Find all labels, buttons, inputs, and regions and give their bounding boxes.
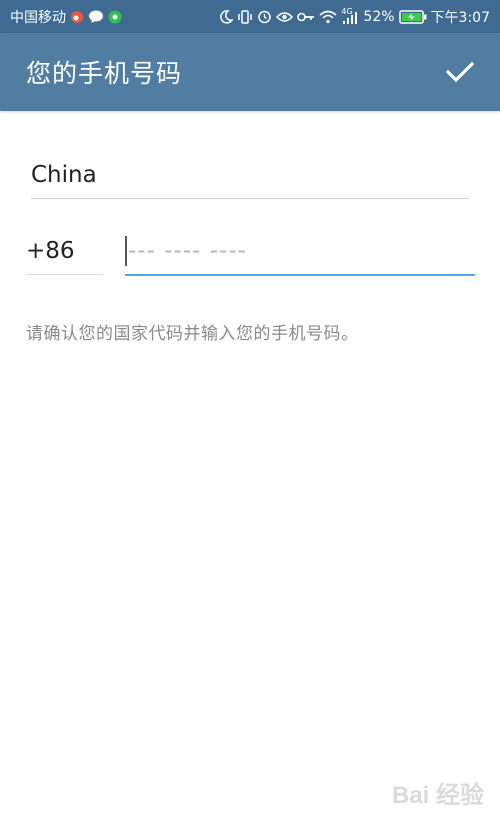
moon-icon bbox=[219, 9, 234, 24]
text-cursor bbox=[125, 236, 127, 266]
status-right: 4G 52% 下午3:07 bbox=[219, 7, 490, 27]
wechat-icon bbox=[108, 10, 122, 24]
signal-icon: 4G bbox=[341, 7, 359, 25]
country-code-field[interactable]: +86 bbox=[26, 234, 103, 275]
carrier-name: 中国移动 bbox=[10, 9, 66, 26]
phone-placeholder: --- ---- ---- bbox=[128, 238, 247, 264]
country-name: China bbox=[31, 162, 97, 188]
done-button[interactable] bbox=[444, 56, 476, 88]
battery-icon bbox=[398, 9, 427, 24]
clock: 下午3:07 bbox=[430, 9, 490, 26]
weibo-icon bbox=[70, 10, 84, 24]
wifi-icon bbox=[319, 10, 337, 24]
phone-number-input[interactable]: --- ---- ---- bbox=[125, 234, 475, 276]
status-bar: 中国移动 4G 52% 下午3:07 bbox=[0, 0, 500, 33]
page-title: 您的手机号码 bbox=[26, 59, 183, 88]
toolbar: 您的手机号码 bbox=[0, 33, 500, 111]
country-code-value: +86 bbox=[26, 238, 75, 264]
alarm-icon bbox=[257, 9, 272, 24]
watermark-logo: Bai 经验 bbox=[391, 782, 484, 809]
check-icon bbox=[446, 61, 474, 83]
chat-icon bbox=[88, 10, 104, 24]
battery-percent: 52% bbox=[363, 8, 395, 25]
instruction-text: 请确认您的国家代码并输入您的手机号码。 bbox=[26, 324, 359, 344]
key-icon bbox=[297, 11, 315, 23]
eye-icon bbox=[276, 10, 294, 23]
country-selector[interactable]: China bbox=[31, 158, 469, 199]
vibrate-icon bbox=[237, 9, 253, 24]
status-left: 中国移动 bbox=[10, 7, 122, 27]
